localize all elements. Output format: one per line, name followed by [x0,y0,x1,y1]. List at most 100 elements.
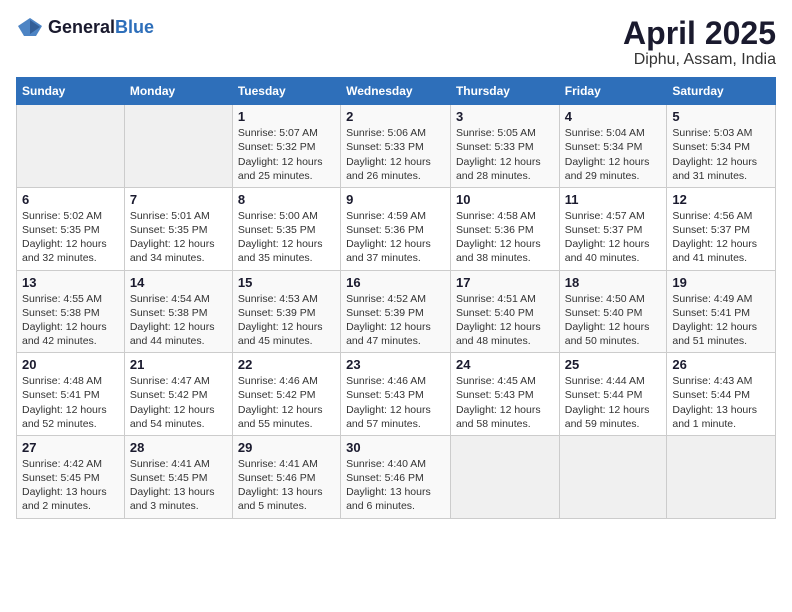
day-number: 26 [672,357,770,372]
day-number: 14 [130,275,227,290]
header-monday: Monday [124,78,232,105]
day-info: Sunrise: 4:45 AMSunset: 5:43 PMDaylight:… [456,375,541,430]
header-sunday: Sunday [17,78,125,105]
day-number: 3 [456,109,554,124]
logo-blue-text: Blue [115,17,154,38]
calendar-cell: 9Sunrise: 4:59 AMSunset: 5:36 PMDaylight… [341,187,451,270]
calendar-cell: 16 Sunrise: 4:52 AMSunset: 5:39 PMDayligh… [341,270,451,353]
calendar-cell: 6 Sunrise: 5:02 AMSunset: 5:35 PMDaylight… [17,187,125,270]
header-wednesday: Wednesday [341,78,451,105]
calendar-cell: 5 Sunrise: 5:03 AMSunset: 5:34 PMDaylight… [667,105,776,188]
day-info: Sunrise: 4:41 AMSunset: 5:46 PMDaylight:… [238,458,323,513]
calendar-cell: 2 Sunrise: 5:06 AMSunset: 5:33 PMDaylight… [341,105,451,188]
day-info: Sunrise: 4:46 AMSunset: 5:42 PMDaylight:… [238,375,323,430]
day-info: Sunrise: 4:48 AMSunset: 5:41 PMDaylight:… [22,375,107,430]
day-info: Sunrise: 4:40 AMSunset: 5:46 PMDaylight:… [346,458,431,513]
calendar-cell [17,105,125,188]
weekday-header-row: SundayMondayTuesdayWednesdayThursdayFrid… [17,78,776,105]
calendar-cell: 29 Sunrise: 4:41 AMSunset: 5:46 PMDayligh… [232,435,340,518]
week-row-3: 13 Sunrise: 4:55 AMSunset: 5:38 PMDayligh… [17,270,776,353]
calendar-cell: 24 Sunrise: 4:45 AMSunset: 5:43 PMDayligh… [450,353,559,436]
day-number: 18 [565,275,662,290]
calendar-cell [667,435,776,518]
day-info: Sunrise: 4:47 AMSunset: 5:42 PMDaylight:… [130,375,215,430]
calendar-cell: 4Sunrise: 5:04 AMSunset: 5:34 PMDaylight… [559,105,667,188]
week-row-4: 20 Sunrise: 4:48 AMSunset: 5:41 PMDayligh… [17,353,776,436]
week-row-5: 27 Sunrise: 4:42 AMSunset: 5:45 PMDayligh… [17,435,776,518]
day-info: Sunrise: 4:52 AMSunset: 5:39 PMDaylight:… [346,293,431,348]
day-info: Sunrise: 5:00 AMSunset: 5:35 PMDaylight:… [238,210,323,265]
day-info: Sunrise: 4:49 AMSunset: 5:41 PMDaylight:… [672,293,757,348]
header-friday: Friday [559,78,667,105]
day-number: 12 [672,192,770,207]
calendar-cell: 28Sunrise: 4:41 AMSunset: 5:45 PMDayligh… [124,435,232,518]
day-number: 17 [456,275,554,290]
logo-general-text: General [48,17,115,38]
calendar-cell: 1Sunrise: 5:07 AMSunset: 5:32 PMDaylight… [232,105,340,188]
header-tuesday: Tuesday [232,78,340,105]
day-info: Sunrise: 4:46 AMSunset: 5:43 PMDaylight:… [346,375,431,430]
calendar-cell: 23 Sunrise: 4:46 AMSunset: 5:43 PMDayligh… [341,353,451,436]
day-number: 16 [346,275,445,290]
day-number: 28 [130,440,227,455]
calendar-cell: 17 Sunrise: 4:51 AMSunset: 5:40 PMDayligh… [450,270,559,353]
day-info: Sunrise: 5:06 AMSunset: 5:33 PMDaylight:… [346,127,431,182]
day-info: Sunrise: 4:55 AMSunset: 5:38 PMDaylight:… [22,293,107,348]
day-number: 13 [22,275,119,290]
day-info: Sunrise: 5:04 AMSunset: 5:34 PMDaylight:… [565,127,650,182]
day-number: 7 [130,192,227,207]
day-info: Sunrise: 5:03 AMSunset: 5:34 PMDaylight:… [672,127,757,182]
calendar-cell: 21 Sunrise: 4:47 AMSunset: 5:42 PMDayligh… [124,353,232,436]
calendar-title: April 2025 [623,16,776,51]
day-number: 2 [346,109,445,124]
day-info: Sunrise: 4:53 AMSunset: 5:39 PMDaylight:… [238,293,323,348]
calendar-cell: 8 Sunrise: 5:00 AMSunset: 5:35 PMDaylight… [232,187,340,270]
day-info: Sunrise: 5:02 AMSunset: 5:35 PMDaylight:… [22,210,107,265]
day-info: Sunrise: 4:50 AMSunset: 5:40 PMDaylight:… [565,293,650,348]
calendar-cell [559,435,667,518]
calendar-cell: 15Sunrise: 4:53 AMSunset: 5:39 PMDayligh… [232,270,340,353]
day-info: Sunrise: 4:44 AMSunset: 5:44 PMDaylight:… [565,375,650,430]
day-info: Sunrise: 5:01 AMSunset: 5:35 PMDaylight:… [130,210,215,265]
calendar-cell: 13 Sunrise: 4:55 AMSunset: 5:38 PMDayligh… [17,270,125,353]
calendar-cell: 12 Sunrise: 4:56 AMSunset: 5:37 PMDayligh… [667,187,776,270]
day-number: 29 [238,440,335,455]
day-info: Sunrise: 4:58 AMSunset: 5:36 PMDaylight:… [456,210,541,265]
header-saturday: Saturday [667,78,776,105]
calendar-cell: 14 Sunrise: 4:54 AMSunset: 5:38 PMDayligh… [124,270,232,353]
logo: General Blue [16,16,154,38]
calendar-cell: 27 Sunrise: 4:42 AMSunset: 5:45 PMDayligh… [17,435,125,518]
day-number: 22 [238,357,335,372]
day-info: Sunrise: 4:42 AMSunset: 5:45 PMDaylight:… [22,458,107,513]
day-info: Sunrise: 4:59 AMSunset: 5:36 PMDaylight:… [346,210,431,265]
header-thursday: Thursday [450,78,559,105]
day-info: Sunrise: 4:51 AMSunset: 5:40 PMDaylight:… [456,293,541,348]
calendar-cell: 25 Sunrise: 4:44 AMSunset: 5:44 PMDayligh… [559,353,667,436]
logo-icon [16,16,44,38]
week-row-1: 1Sunrise: 5:07 AMSunset: 5:32 PMDaylight… [17,105,776,188]
title-block: April 2025 Diphu, Assam, India [623,16,776,69]
day-number: 25 [565,357,662,372]
calendar-cell: 26 Sunrise: 4:43 AMSunset: 5:44 PMDayligh… [667,353,776,436]
calendar-cell [450,435,559,518]
day-number: 19 [672,275,770,290]
day-number: 23 [346,357,445,372]
day-number: 5 [672,109,770,124]
day-number: 21 [130,357,227,372]
calendar-cell: 3Sunrise: 5:05 AMSunset: 5:33 PMDaylight… [450,105,559,188]
day-number: 11 [565,192,662,207]
day-info: Sunrise: 4:43 AMSunset: 5:44 PMDaylight:… [672,375,757,430]
day-number: 1 [238,109,335,124]
day-number: 24 [456,357,554,372]
day-info: Sunrise: 4:56 AMSunset: 5:37 PMDaylight:… [672,210,757,265]
day-number: 27 [22,440,119,455]
calendar-cell: 11Sunrise: 4:57 AMSunset: 5:37 PMDayligh… [559,187,667,270]
day-number: 8 [238,192,335,207]
calendar-cell: 30Sunrise: 4:40 AMSunset: 5:46 PMDayligh… [341,435,451,518]
calendar-cell: 19 Sunrise: 4:49 AMSunset: 5:41 PMDayligh… [667,270,776,353]
day-info: Sunrise: 4:54 AMSunset: 5:38 PMDaylight:… [130,293,215,348]
calendar-table: SundayMondayTuesdayWednesdayThursdayFrid… [16,77,776,518]
day-number: 20 [22,357,119,372]
calendar-cell: 18 Sunrise: 4:50 AMSunset: 5:40 PMDayligh… [559,270,667,353]
day-number: 6 [22,192,119,207]
